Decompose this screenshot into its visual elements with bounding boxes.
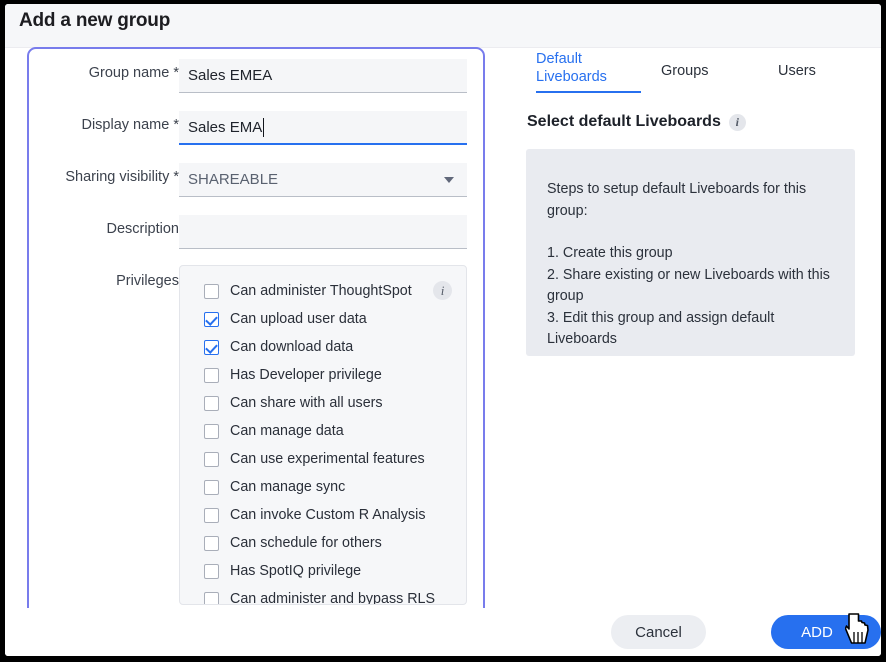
privilege-row[interactable]: Can administer and bypass RLS: [180, 585, 466, 605]
privilege-row[interactable]: Can use experimental features: [180, 445, 466, 473]
form-row: Group name * Sales EMEA: [29, 59, 483, 99]
form-row: Description: [29, 215, 483, 255]
tab-users[interactable]: Users: [778, 62, 838, 80]
checkbox-icon[interactable]: [204, 452, 219, 467]
app-window: Add a new group Group name * Sales EMEA Di…: [0, 0, 886, 662]
tab-bar: Default Liveboards Groups Users: [505, 48, 881, 92]
info-icon[interactable]: i: [729, 114, 746, 131]
checkbox-icon[interactable]: [204, 592, 219, 606]
privilege-row[interactable]: Can share with all users: [180, 389, 466, 417]
add-button[interactable]: ADD: [771, 615, 881, 649]
privilege-row[interactable]: Can schedule for others: [180, 529, 466, 557]
privilege-label: Can administer and bypass RLS: [230, 591, 435, 605]
text-input[interactable]: [179, 215, 467, 249]
form-row: Sharing visibility * SHAREABLE: [29, 163, 483, 203]
text-caret: [263, 118, 264, 137]
checkbox-icon[interactable]: [204, 424, 219, 439]
field-label: Display name *: [81, 117, 179, 133]
checkbox-icon[interactable]: [204, 396, 219, 411]
privilege-label: Can manage data: [230, 423, 344, 439]
add-group-dialog: Add a new group Group name * Sales EMEA Di…: [5, 4, 881, 656]
privilege-label: Has Developer privilege: [230, 367, 382, 383]
privilege-label: Has SpotIQ privilege: [230, 563, 361, 579]
privilege-row[interactable]: Can download data: [180, 333, 466, 361]
privilege-label: Can administer ThoughtSpot: [230, 283, 412, 299]
tab-default-liveboards[interactable]: Default Liveboards: [536, 50, 631, 86]
privilege-row[interactable]: Can upload user data: [180, 305, 466, 333]
active-tab-underline: [536, 91, 641, 93]
text-input[interactable]: Sales EMA: [179, 111, 467, 145]
text-input[interactable]: Sales EMEA: [179, 59, 467, 93]
info-icon[interactable]: i: [433, 281, 452, 300]
privileges-panel[interactable]: Can administer ThoughtSpot i Can upload us…: [179, 265, 467, 605]
privilege-row[interactable]: Has Developer privilege: [180, 361, 466, 389]
right-pane: Default Liveboards Groups Users Select def…: [505, 48, 881, 608]
field-label: Group name *: [89, 65, 179, 81]
privilege-label: Can use experimental features: [230, 451, 425, 467]
field-value: Sales EMA: [188, 119, 262, 136]
privilege-label: Can upload user data: [230, 311, 367, 327]
checkbox-checked-icon[interactable]: [204, 340, 219, 355]
section-title: Select default Liveboards i: [527, 113, 746, 131]
dialog-header: Add a new group: [5, 4, 881, 48]
field-label: Description: [106, 221, 179, 237]
tab-groups[interactable]: Groups: [661, 62, 731, 80]
steps-instruction-box: Steps to setup default Liveboards for th…: [526, 149, 855, 356]
privilege-label: Can schedule for others: [230, 535, 382, 551]
step-item: 3. Edit this group and assign default Li…: [547, 308, 834, 351]
checkbox-icon[interactable]: [204, 480, 219, 495]
checkbox-checked-icon[interactable]: [204, 312, 219, 327]
privilege-row[interactable]: Can manage data: [180, 417, 466, 445]
privilege-label: Can share with all users: [230, 395, 383, 411]
sharing-visibility-select[interactable]: SHAREABLE: [179, 163, 467, 197]
step-item: 1. Create this group: [547, 243, 834, 265]
field-label: Sharing visibility *: [65, 169, 179, 185]
group-form-card: Group name * Sales EMEA Display name * Sale…: [27, 47, 485, 623]
dialog-footer: Cancel ADD: [5, 608, 881, 656]
privilege-row[interactable]: Can manage sync: [180, 473, 466, 501]
field-value: SHAREABLE: [188, 171, 278, 188]
checkbox-icon[interactable]: [204, 508, 219, 523]
privilege-label: Can download data: [230, 339, 353, 355]
step-item: 2. Share existing or new Liveboards with…: [547, 265, 834, 308]
chevron-down-icon[interactable]: [444, 177, 454, 183]
steps-intro-text: Steps to setup default Liveboards for th…: [547, 179, 834, 222]
privilege-row[interactable]: Can invoke Custom R Analysis: [180, 501, 466, 529]
checkbox-icon[interactable]: [204, 536, 219, 551]
privilege-row[interactable]: Can administer ThoughtSpot i: [180, 277, 466, 305]
field-label: Privileges: [116, 273, 179, 289]
steps-list: 1. Create this group2. Share existing or…: [547, 243, 834, 351]
form-row: Display name * Sales EMA: [29, 111, 483, 151]
checkbox-icon[interactable]: [204, 284, 219, 299]
cancel-button[interactable]: Cancel: [611, 615, 706, 649]
page-title: Add a new group: [19, 10, 170, 32]
privilege-label: Can invoke Custom R Analysis: [230, 507, 425, 523]
privilege-label: Can manage sync: [230, 479, 345, 495]
checkbox-icon[interactable]: [204, 368, 219, 383]
checkbox-icon[interactable]: [204, 564, 219, 579]
field-value: Sales EMEA: [188, 67, 272, 84]
section-title-text: Select default Liveboards: [527, 113, 721, 131]
privilege-row[interactable]: Has SpotIQ privilege: [180, 557, 466, 585]
